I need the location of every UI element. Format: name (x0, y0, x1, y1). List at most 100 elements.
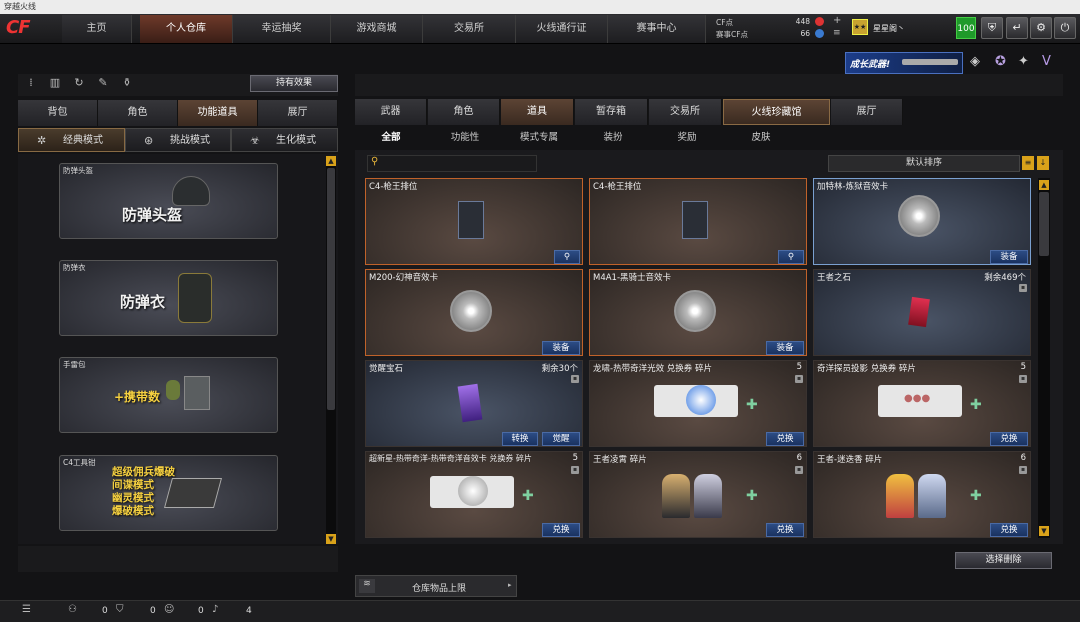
stats-icon[interactable]: ▥ (46, 76, 64, 92)
nav-tab-lottery[interactable]: 幸运抽奖 (233, 15, 331, 43)
v-badge-icon[interactable]: V (1042, 54, 1051, 69)
equip-button[interactable]: 装备 (990, 250, 1028, 264)
effects-button[interactable]: 持有效果 (250, 75, 338, 92)
nav-tab-battle-pass[interactable]: 火线通行证 (516, 15, 608, 43)
shield-icon[interactable]: ⛨ (981, 17, 1003, 39)
subtab-all[interactable]: 全部 (370, 128, 412, 148)
emblem-icon[interactable]: ◈ (970, 54, 980, 69)
awaken-button[interactable]: 觉醒 (542, 432, 580, 446)
left-tab-bag[interactable]: 背包 (18, 100, 98, 126)
armor-card[interactable]: 防弹衣 防弹衣 (59, 260, 278, 336)
grenade-pack-card[interactable]: 手雷包 +携带数 (59, 357, 278, 433)
storage-limit-bar[interactable]: ≋ 仓库物品上限 ▸ (355, 575, 517, 597)
card-text: +携带数 (114, 390, 161, 404)
nav-tab-exchange[interactable]: 交易所 (423, 15, 516, 43)
scroll-down-icon[interactable]: ▼ (1039, 526, 1049, 536)
cf-logo[interactable]: CF (6, 17, 52, 41)
nav-tab-events[interactable]: 赛事中心 (608, 15, 706, 43)
right-tab-weapons[interactable]: 武器 (355, 99, 427, 125)
item-card[interactable]: 王者凌霄 碎片 6 ▪ ✚ 兑换 (589, 451, 807, 538)
item-card[interactable]: C4-枪王排位 ⚲ (589, 178, 807, 265)
left-tab-showroom[interactable]: 展厅 (258, 100, 338, 126)
right-tab-exchange[interactable]: 交易所 (649, 99, 722, 125)
list-view-icon[interactable]: ≡ (1022, 156, 1034, 170)
item-card[interactable]: M4A1-黑骑士音效卡 装备 (589, 269, 807, 356)
menu-icon[interactable]: ☰ (22, 604, 31, 615)
subtab-rewards[interactable]: 奖励 (666, 128, 708, 148)
nav-tab-home[interactable]: 主页 (62, 15, 132, 43)
item-count: 6 (1020, 453, 1026, 463)
item-card[interactable]: C4-枪王排位 ⚲ (365, 178, 583, 265)
item-scroll-thumb[interactable] (1039, 192, 1049, 256)
event-cf-label: 赛事CF点 (716, 30, 749, 39)
subtab-dressup[interactable]: 装扮 (592, 128, 634, 148)
clan-shield-icon[interactable]: ⛉ (116, 604, 124, 615)
friends-icon[interactable]: ⚇ (68, 604, 77, 615)
right-tab-character[interactable]: 角色 (428, 99, 500, 125)
redeem-button[interactable]: 兑换 (990, 523, 1028, 537)
nav-tab-warehouse[interactable]: 个人仓库 (140, 15, 233, 43)
volume-icon[interactable]: ♪ (212, 604, 218, 615)
rifle-image (902, 59, 958, 65)
wings-icon[interactable]: ✦ (1018, 54, 1029, 69)
power-icon[interactable]: ⏻ (1054, 17, 1076, 39)
mode-zombie[interactable]: ☣ 生化模式 (231, 128, 338, 152)
redeem-button[interactable]: 兑换 (990, 432, 1028, 446)
item-card[interactable]: 加特林-炼狱音效卡 装备 (813, 178, 1031, 265)
subtab-skins[interactable]: 皮肤 (740, 128, 782, 148)
item-card[interactable]: 龙啸-热带奇洋光效 兑换券 碎片 5 ▪ ✚ 兑换 (589, 360, 807, 447)
search-icon[interactable]: ⚲ (554, 250, 580, 264)
nav-tab-shop[interactable]: 游戏商城 (331, 15, 423, 43)
equip-button[interactable]: 装备 (542, 341, 580, 355)
disc-image (674, 290, 716, 332)
item-card[interactable]: 超新星-热带奇洋-热带奇洋音效卡 兑换券 碎片 5 ▪ ✚ 兑换 (365, 451, 583, 538)
game-window: { "window": {"title": "穿越火线"}, "logo": "… (0, 0, 1080, 622)
item-card[interactable]: 奇洋探员投影 兑换券 碎片 5 ▪ ●●● ✚ 兑换 (813, 360, 1031, 447)
growth-weapon-banner[interactable]: 成长武器! (845, 52, 963, 74)
search-icon[interactable]: ⚲ (778, 250, 804, 264)
redeem-button[interactable]: 兑换 (542, 523, 580, 537)
subtab-mode-exclusive[interactable]: 模式专属 (510, 128, 568, 148)
right-tab-collection[interactable]: 火线珍藏馆 (723, 99, 830, 125)
mode-classic[interactable]: ✲ 经典模式 (18, 128, 125, 152)
redeem-button[interactable]: 兑换 (766, 432, 804, 446)
item-card[interactable]: M200-幻神音效卡 装备 (365, 269, 583, 356)
search-input[interactable]: ⚲ (367, 155, 537, 172)
left-scroll-down-icon[interactable]: ▼ (326, 534, 336, 544)
right-tab-showroom[interactable]: 展厅 (831, 99, 903, 125)
refresh-icon[interactable]: ↻ (70, 76, 88, 92)
mode-challenge[interactable]: ⊛ 挑战模式 (125, 128, 231, 152)
sort-select[interactable]: 默认排序 (828, 155, 1020, 172)
left-bottom-bar (18, 546, 338, 572)
left-tab-character[interactable]: 角色 (98, 100, 178, 126)
rank-emblem-icon[interactable]: ✪ (995, 54, 1006, 69)
pouch-icon[interactable]: ⚱ (118, 76, 136, 92)
purple-gem-image (457, 383, 483, 423)
convert-button[interactable]: 转换 (502, 432, 538, 446)
gear-icon[interactable]: ⚙ (1030, 17, 1052, 39)
select-delete-button[interactable]: 选择删除 (955, 552, 1052, 569)
item-card[interactable]: 觉醒宝石 剩余30个 ▪ 转换 觉醒 (365, 360, 583, 447)
redeem-button[interactable]: 兑换 (766, 523, 804, 537)
helmet-card[interactable]: 防弹头盔 防弹头盔 (59, 163, 278, 239)
right-tab-items[interactable]: 道具 (501, 99, 574, 125)
feather-icon[interactable]: ✎ (94, 76, 112, 92)
chat-icon[interactable]: ☺ (164, 604, 174, 615)
c4-pliers-card[interactable]: C4工具钳 超级佣兵爆破 间谍模式 幽灵模式 爆破模式 (59, 455, 278, 531)
item-card[interactable]: 王者之石 剩余469个 ▪ (813, 269, 1031, 356)
points-info-icon[interactable]: ≡ (833, 28, 841, 38)
scroll-up-icon[interactable]: ▲ (1039, 180, 1049, 190)
right-tab-temp-box[interactable]: 暂存箱 (575, 99, 648, 125)
left-scroll-thumb[interactable] (327, 168, 335, 410)
subtab-functional[interactable]: 功能性 (440, 128, 490, 148)
add-points-icon[interactable]: + (833, 15, 841, 26)
back-icon[interactable]: ↵ (1006, 17, 1028, 39)
equip-button[interactable]: 装备 (766, 341, 804, 355)
left-tab-function-items[interactable]: 功能道具 (178, 100, 258, 126)
item-card[interactable]: 王者-迷迭香 碎片 6 ▪ ✚ 兑换 (813, 451, 1031, 538)
ammo-icon[interactable]: ⁞ (22, 76, 40, 92)
item-name: 超新星-热带奇洋-热带奇洋音效卡 兑换券 碎片 (369, 454, 532, 463)
sort-direction-icon[interactable]: ↓ (1037, 156, 1049, 170)
status-bar (0, 600, 1080, 622)
left-scroll-up-icon[interactable]: ▲ (326, 156, 336, 166)
